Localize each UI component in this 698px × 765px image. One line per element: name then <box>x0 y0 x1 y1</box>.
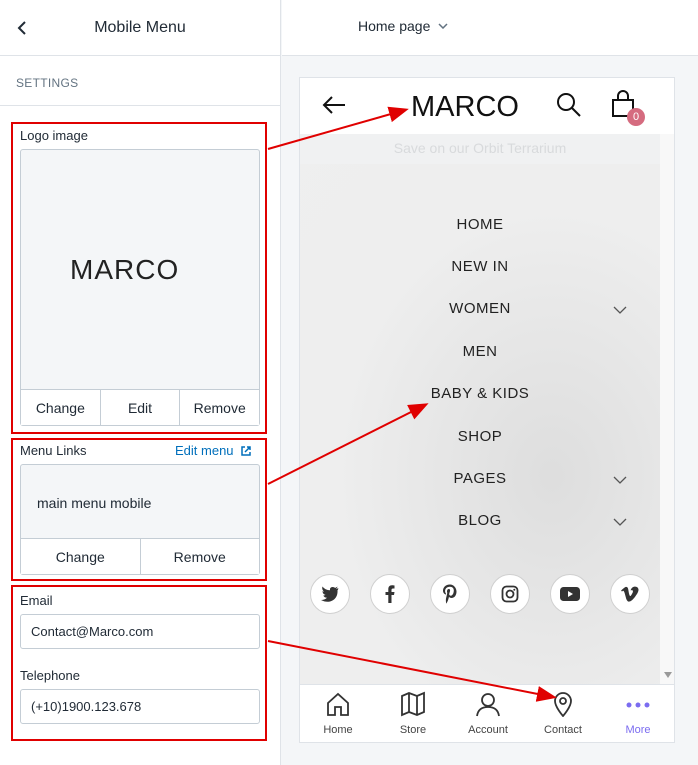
mobile-logo: MARCO <box>411 91 519 122</box>
logo-actions: Change Edit Remove <box>21 389 259 425</box>
svg-text:MARCO: MARCO <box>411 91 519 122</box>
location-pin-icon <box>554 692 572 718</box>
instagram-button[interactable] <box>490 574 530 614</box>
logo-remove-button[interactable]: Remove <box>180 390 259 425</box>
logo-preview: MARCO <box>21 150 259 390</box>
nav-account-label: Account <box>468 724 508 736</box>
twitter-icon <box>321 586 339 602</box>
logo-edit-button[interactable]: Edit <box>101 390 181 425</box>
nav-contact-label: Contact <box>544 724 582 736</box>
menu-item-blog[interactable]: BLOG <box>300 512 660 529</box>
page-selector-label: Home page <box>358 18 431 34</box>
mobile-header: MARCO 0 <box>300 78 674 134</box>
vimeo-button[interactable] <box>610 574 650 614</box>
facebook-button[interactable] <box>370 574 410 614</box>
email-label: Email <box>20 593 53 608</box>
arrow-left-icon[interactable] <box>321 95 347 115</box>
chevron-left-icon <box>17 21 26 35</box>
telephone-field[interactable] <box>20 689 260 724</box>
marco-logo: MARCO <box>70 255 179 285</box>
menu-change-button[interactable]: Change <box>21 539 141 574</box>
menu-overlay <box>300 164 660 684</box>
youtube-icon <box>560 587 580 601</box>
scroll-down-arrow-icon <box>664 672 672 678</box>
nav-account[interactable]: Account <box>458 691 518 736</box>
home-icon <box>327 692 349 716</box>
menu-item-shop[interactable]: SHOP <box>300 428 660 445</box>
chevron-down-icon[interactable] <box>612 517 628 527</box>
menu-item-women[interactable]: WOMEN <box>300 300 660 317</box>
chevron-down-icon[interactable] <box>612 475 628 485</box>
edit-menu-link[interactable]: Edit menu <box>175 443 252 458</box>
nav-contact[interactable]: Contact <box>533 691 593 736</box>
menu-item-men[interactable]: MEN <box>300 343 660 360</box>
nav-home[interactable]: Home <box>308 691 368 736</box>
nav-store[interactable]: Store <box>383 691 443 736</box>
cart-count-badge: 0 <box>627 108 645 126</box>
chevron-down-icon <box>438 23 448 29</box>
menu-actions: Change Remove <box>21 538 259 574</box>
settings-heading: SETTINGS <box>0 56 280 106</box>
preview-topbar: Home page <box>282 0 698 56</box>
logo-change-button[interactable]: Change <box>21 390 101 425</box>
more-dots-icon <box>626 702 650 708</box>
selected-menu-name: main menu mobile <box>37 495 152 511</box>
panel-header: Mobile Menu <box>0 0 280 56</box>
menu-remove-button[interactable]: Remove <box>141 539 260 574</box>
pinterest-icon <box>443 584 457 604</box>
instagram-icon <box>501 585 519 603</box>
email-field[interactable] <box>20 614 260 649</box>
menu-item-baby-kids[interactable]: BABY & KIDS <box>300 385 660 402</box>
search-icon[interactable] <box>556 92 582 118</box>
logo-image-card: MARCO Change Edit Remove <box>20 149 260 426</box>
bottom-navigation: Home Store Account Contact More <box>300 684 674 742</box>
back-button[interactable] <box>12 16 32 40</box>
svg-text:MARCO: MARCO <box>70 255 179 285</box>
menu-item-home[interactable]: HOME <box>300 216 660 233</box>
mobile-preview: MARCO 0 Save on our Orbit Terrarium HOME… <box>299 77 675 743</box>
facebook-icon <box>385 585 395 603</box>
nav-more[interactable]: More <box>608 691 668 736</box>
edit-menu-label: Edit menu <box>175 443 234 458</box>
menu-links-card: main menu mobile Change Remove <box>20 464 260 575</box>
external-link-icon <box>240 445 251 456</box>
user-icon <box>476 693 500 717</box>
nav-more-label: More <box>625 724 651 736</box>
nav-home-label: Home <box>323 724 353 736</box>
chevron-down-icon[interactable] <box>612 305 628 315</box>
nav-store-label: Store <box>399 724 427 736</box>
page-selector[interactable]: Home page <box>358 18 448 34</box>
vimeo-icon <box>621 586 639 602</box>
menu-item-pages[interactable]: PAGES <box>300 470 660 487</box>
scrollbar[interactable] <box>660 134 674 684</box>
panel-title: Mobile Menu <box>94 18 186 36</box>
twitter-button[interactable] <box>310 574 350 614</box>
pinterest-button[interactable] <box>430 574 470 614</box>
menu-item-new-in[interactable]: NEW IN <box>300 258 660 275</box>
youtube-button[interactable] <box>550 574 590 614</box>
logo-image-label: Logo image <box>20 128 88 143</box>
map-icon <box>401 691 425 717</box>
menu-links-label: Menu Links <box>20 443 87 458</box>
telephone-label: Telephone <box>20 668 80 683</box>
promo-banner: Save on our Orbit Terrarium <box>300 134 660 164</box>
